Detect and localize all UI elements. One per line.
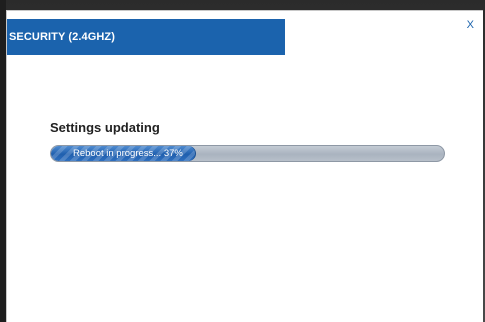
dialog-title-bar: SECURITY (2.4GHZ) [7,19,285,55]
progress-bar: Reboot in progress... 37% [50,145,445,162]
status-heading: Settings updating [50,120,160,135]
close-button[interactable]: X [467,19,474,31]
progress-text: Reboot in progress... 37% [73,148,183,159]
dialog-title: SECURITY (2.4GHZ) [9,31,116,43]
settings-dialog: SECURITY (2.4GHZ) X Settings updating Re… [6,10,483,322]
